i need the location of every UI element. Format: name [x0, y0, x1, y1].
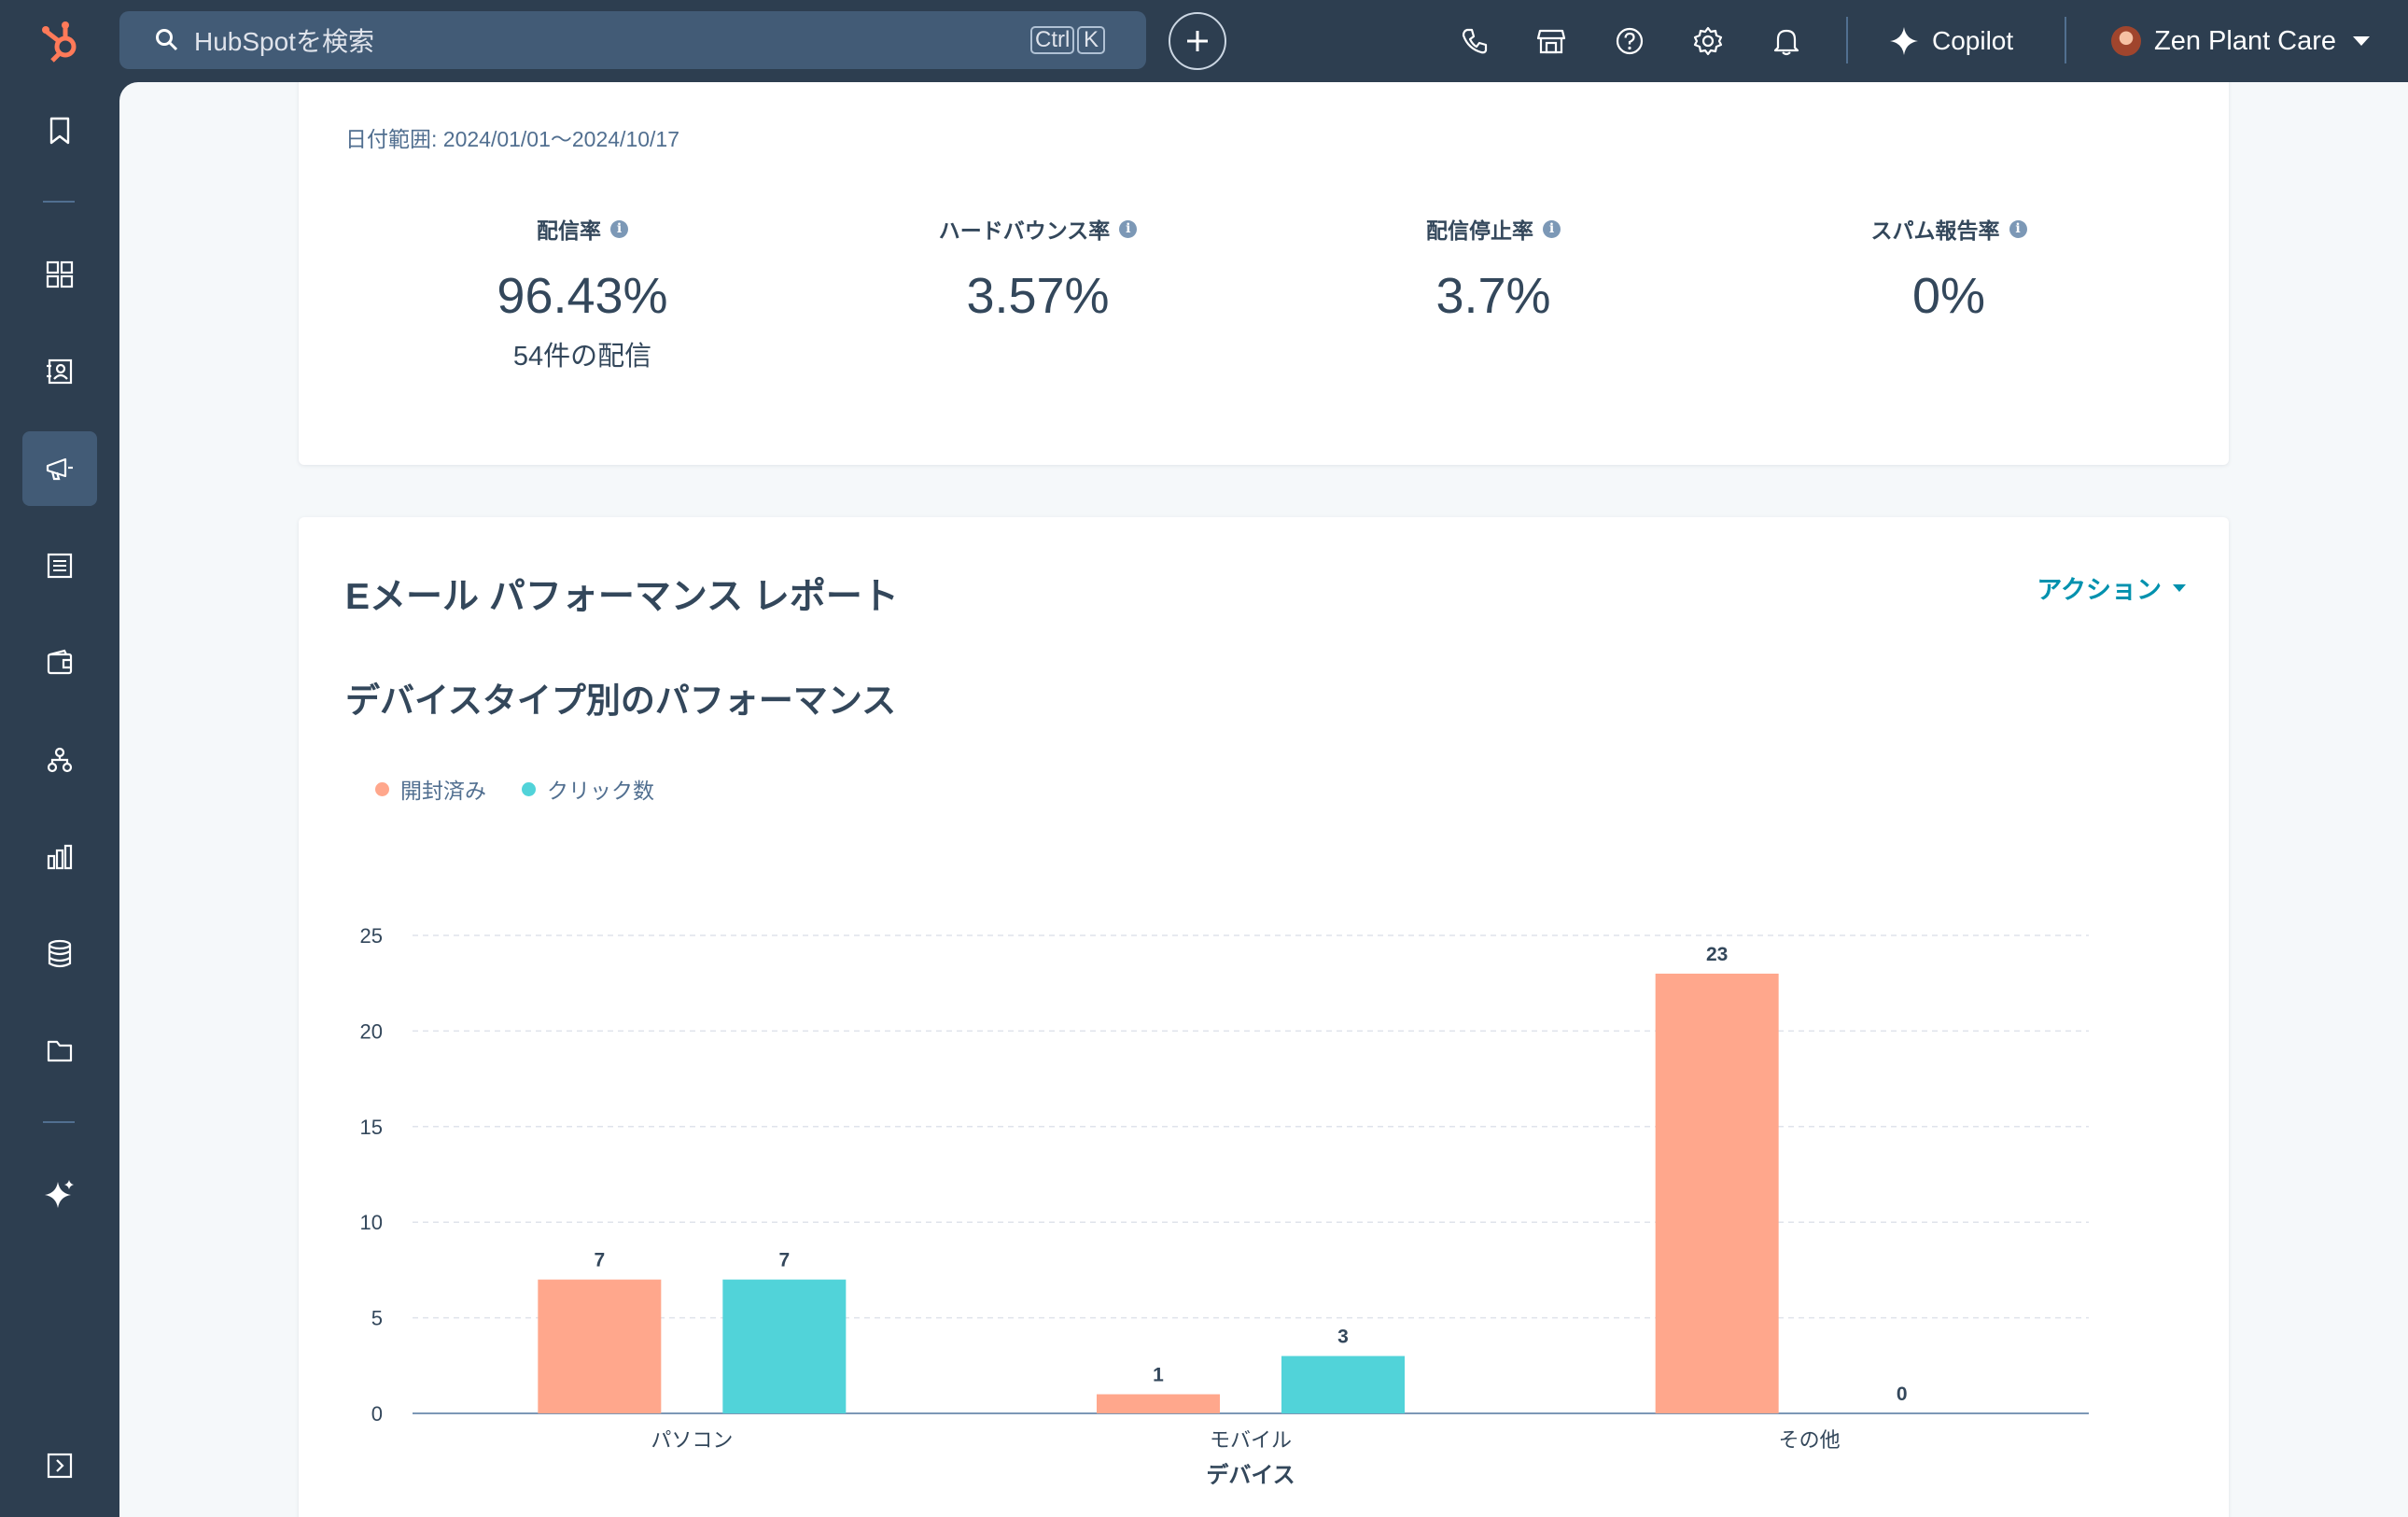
metric-unsubscribe-rate: 配信停止率 i 3.7%	[1266, 213, 1721, 325]
sparkle-icon	[1890, 27, 1918, 55]
metric-spam-report-rate: スパム報告率 i 0%	[1721, 213, 2177, 325]
library-icon[interactable]	[22, 1014, 97, 1089]
topbar-divider	[1846, 17, 1848, 63]
x-axis-title: デバイス	[1206, 1462, 1295, 1488]
top-navigation-bar: HubSpotを検索 Ctrl K Copilot Zen Plant Care	[0, 0, 2408, 82]
x-tick-label: パソコン	[651, 1428, 733, 1452]
automation-icon[interactable]	[22, 723, 97, 797]
bar-clicks	[722, 1279, 847, 1413]
search-icon	[156, 29, 178, 51]
x-tick-label: その他	[1779, 1428, 1841, 1452]
chevron-down-icon	[2353, 36, 2371, 46]
bookmark-icon[interactable]	[22, 93, 97, 168]
y-tick-label: 5	[371, 1307, 383, 1330]
metric-value: 96.43%	[497, 268, 668, 324]
contacts-icon[interactable]	[22, 334, 97, 409]
bar-data-label: 3	[1337, 1327, 1349, 1348]
metric-label: スパム報告率	[1870, 218, 2000, 243]
left-sidebar	[0, 82, 119, 1517]
topbar-divider	[2065, 17, 2066, 63]
plus-icon	[1187, 31, 1208, 51]
email-performance-report-card: Eメール パフォーマンス レポート アクション デバイスタイプ別のパフォーマンス…	[299, 517, 2229, 1517]
bar-opened	[1655, 973, 1779, 1413]
bar-data-label: 7	[594, 1250, 605, 1271]
copilot-label: Copilot	[1932, 26, 2014, 55]
workspaces-icon[interactable]	[22, 237, 97, 312]
x-tick-label: モバイル	[1210, 1428, 1292, 1452]
notifications-icon[interactable]	[1768, 22, 1805, 60]
metric-label: 配信停止率	[1426, 218, 1533, 243]
search-placeholder: HubSpotを検索	[194, 27, 374, 56]
marketplace-icon[interactable]	[1533, 22, 1570, 60]
metric-value: 0%	[1911, 268, 1986, 324]
commerce-icon[interactable]	[22, 625, 97, 700]
metric-value: 3.7%	[1435, 268, 1551, 324]
metric-label: 配信率	[537, 218, 601, 243]
copilot-button[interactable]: Copilot	[1889, 21, 2013, 62]
info-icon[interactable]: i	[2009, 219, 2027, 238]
data-management-icon[interactable]	[22, 917, 97, 991]
create-new-button[interactable]	[1169, 12, 1226, 70]
main-content: 日付範囲: 2024/01/01〜2024/10/17 配信率 i 96.43%…	[119, 82, 2408, 1517]
info-icon[interactable]: i	[1543, 219, 1561, 238]
phone-icon[interactable]	[1456, 22, 1493, 60]
expand-sidebar-icon[interactable]	[22, 1428, 97, 1503]
y-tick-label: 0	[371, 1402, 383, 1426]
metric-hard-bounce-rate: ハードバウンス率 i 3.57%	[810, 213, 1266, 325]
y-tick-label: 25	[360, 924, 383, 948]
content-icon[interactable]	[22, 528, 97, 603]
bar-clicks	[1281, 1355, 1405, 1413]
info-icon[interactable]: i	[1119, 219, 1138, 238]
settings-icon[interactable]	[1689, 22, 1727, 60]
shortcut-ctrl-key: Ctrl	[1030, 26, 1075, 54]
y-tick-label: 10	[360, 1211, 383, 1234]
avatar	[2111, 26, 2141, 56]
email-summary-card: 日付範囲: 2024/01/01〜2024/10/17 配信率 i 96.43%…	[299, 82, 2229, 465]
account-menu[interactable]: Zen Plant Care	[2111, 21, 2371, 62]
info-icon[interactable]: i	[610, 219, 628, 238]
bar-opened	[538, 1279, 662, 1413]
bar-data-label: 7	[778, 1250, 790, 1271]
bar-opened	[1097, 1394, 1220, 1413]
bar-data-label: 23	[1706, 944, 1728, 965]
help-icon[interactable]	[1611, 22, 1648, 60]
shortcut-k-key: K	[1077, 26, 1105, 54]
y-tick-label: 15	[360, 1116, 383, 1139]
metric-value: 3.57%	[966, 268, 1110, 324]
global-search-input[interactable]: HubSpotを検索 Ctrl K	[119, 11, 1146, 69]
marketing-icon[interactable]	[22, 431, 97, 506]
device-performance-bar-chart: 0 5 10 15 20 25 7 7 パソコン 1 3 モバイル 23 0 その他デバイス	[360, 924, 2089, 1488]
metric-label: ハードバウンス率	[938, 218, 1111, 243]
metric-subtext: 54件の配信	[512, 342, 652, 372]
metric-delivery-rate: 配信率 i 96.43% 54件の配信	[355, 213, 810, 373]
hubspot-logo-icon[interactable]	[35, 15, 88, 67]
bar-data-label: 1	[1153, 1365, 1164, 1386]
reporting-icon[interactable]	[22, 820, 97, 894]
date-range-text: 日付範囲: 2024/01/01〜2024/10/17	[345, 127, 680, 151]
y-tick-label: 20	[360, 1019, 383, 1043]
ai-sparkle-icon[interactable]	[22, 1158, 97, 1232]
bar-data-label: 0	[1897, 1384, 1908, 1405]
sidebar-divider	[43, 1121, 75, 1123]
account-name: Zen Plant Care	[2154, 25, 2337, 56]
sidebar-divider	[43, 201, 75, 203]
